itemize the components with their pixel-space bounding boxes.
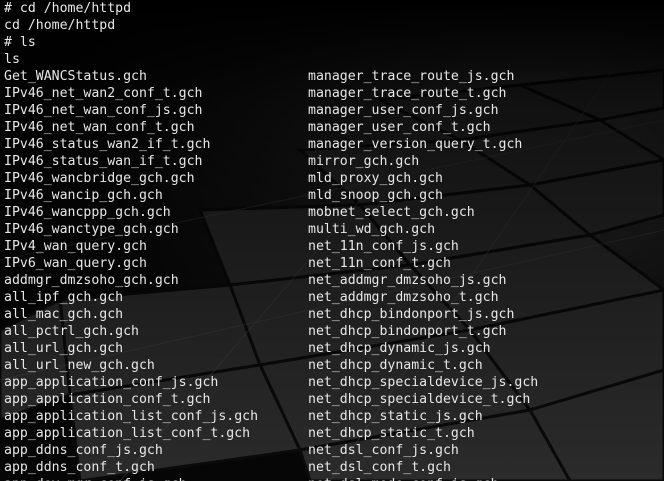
file-name: multi_wd_gch.gch xyxy=(308,222,436,237)
file-name: IPv46_net_wan_conf_t.gch xyxy=(4,120,195,135)
file-name: net_dsl_conf_t.gch xyxy=(308,460,451,475)
file-name: all_pctrl_gch.gch xyxy=(4,324,139,339)
file-name: IPv4_wan_query.gch xyxy=(4,239,147,254)
listing-row: IPv46_net_wan2_conf_t.gch manager_trace_r… xyxy=(4,85,664,102)
file-name: app_application_list_conf_js.gch xyxy=(4,409,259,424)
file-name: manager_user_conf_js.gch xyxy=(308,103,499,118)
file-name: manager_trace_route_t.gch xyxy=(308,86,507,101)
listing-row: IPv46_status_wan2_if_t.gch manager_versio… xyxy=(4,136,664,153)
file-name: net_dsl_mode_conf_js.gch xyxy=(308,476,499,481)
file-name: net_11n_conf_t.gch xyxy=(308,256,451,271)
file-name: app_application_conf_t.gch xyxy=(4,392,211,407)
file-name: app_application_list_conf_t.gch xyxy=(4,426,251,441)
file-name: app_dev_mgr_conf_js.gch xyxy=(4,476,187,481)
listing-row: addmgr_dmzsoho_gch.gch net_addmgr_dmzsoho… xyxy=(4,272,664,289)
file-name: net_addmgr_dmzsoho_js.gch xyxy=(308,273,507,288)
file-name: manager_user_conf_t.gch xyxy=(308,120,491,135)
listing-row: IPv46_wancppp_gch.gch mobnet_select_gch.g… xyxy=(4,204,664,221)
file-name: IPv46_wancppp_gch.gch xyxy=(4,205,171,220)
file-name: IPv46_status_wan2_if_t.gch xyxy=(4,137,211,152)
listing-row: IPv46_wancbridge_gch.gch mld_proxy_gch.gc… xyxy=(4,170,664,187)
file-name: mirror_gch.gch xyxy=(308,154,420,169)
listing-row: all_url_new_gch.gch net_dhcp_dynamic_t.gc… xyxy=(4,357,664,374)
file-name: IPv46_status_wan_if_t.gch xyxy=(4,154,203,169)
echoed-command-line: cd /home/httpd xyxy=(4,18,116,33)
file-name: IPv46_wancbridge_gch.gch xyxy=(4,171,195,186)
file-name: mld_snoop_gch.gch xyxy=(308,188,443,203)
listing-row: app_ddns_conf_js.gch net_dsl_conf_js.gch xyxy=(4,442,664,459)
listing-row: app_application_list_conf_js.gch net_dhcp… xyxy=(4,408,664,425)
file-name: manager_version_query_t.gch xyxy=(308,137,523,152)
file-name: net_addmgr_dmzsoho_t.gch xyxy=(308,290,499,305)
listing-row: IPv46_wancip_gch.gch mld_snoop_gch.gch xyxy=(4,187,664,204)
prompt-command-line: # cd /home/httpd xyxy=(4,1,132,16)
listing-row: app_dev_mgr_conf_js.gch net_dsl_mode_conf… xyxy=(4,476,664,481)
listing-row: app_application_list_conf_t.gch net_dhcp_… xyxy=(4,425,664,442)
listing-row: IPv46_status_wan_if_t.gch mirror_gch.gch xyxy=(4,153,664,170)
file-name: IPv46_net_wan_conf_js.gch xyxy=(4,103,203,118)
file-name: addmgr_dmzsoho_gch.gch xyxy=(4,273,179,288)
listing-row: IPv4_wan_query.gch net_11n_conf_js.gch xyxy=(4,238,664,255)
listing-row: IPv46_net_wan_conf_js.gch manager_user_co… xyxy=(4,102,664,119)
file-name: app_ddns_conf_t.gch xyxy=(4,460,155,475)
listing-row: all_ipf_gch.gch net_addmgr_dmzsoho_t.gch xyxy=(4,289,664,306)
file-name: all_url_new_gch.gch xyxy=(4,358,155,373)
listing-row: all_pctrl_gch.gch net_dhcp_bindonport_t.g… xyxy=(4,323,664,340)
file-name: IPv6_wan_query.gch xyxy=(4,256,147,271)
file-name: all_url_gch.gch xyxy=(4,341,124,356)
echoed-command-line: ls xyxy=(4,52,20,67)
listing-row: all_mac_gch.gch net_dhcp_bindonport_js.gc… xyxy=(4,306,664,323)
file-name: Get_WANCStatus.gch xyxy=(4,69,147,84)
listing-row: IPv46_net_wan_conf_t.gch manager_user_con… xyxy=(4,119,664,136)
file-name: app_application_conf_js.gch xyxy=(4,375,219,390)
file-name: net_dsl_conf_js.gch xyxy=(308,443,459,458)
file-name: IPv46_wanctype_gch.gch xyxy=(4,222,179,237)
file-name: mld_proxy_gch.gch xyxy=(308,171,443,186)
file-name: net_dhcp_static_t.gch xyxy=(308,426,475,441)
file-name: net_dhcp_bindonport_t.gch xyxy=(308,324,507,339)
file-name: app_ddns_conf_js.gch xyxy=(4,443,163,458)
listing-row: all_url_gch.gch net_dhcp_dynamic_js.gch xyxy=(4,340,664,357)
file-name: net_dhcp_dynamic_t.gch xyxy=(308,358,483,373)
file-name: net_dhcp_bindonport_js.gch xyxy=(308,307,515,322)
listing-row: IPv6_wan_query.gch net_11n_conf_t.gch xyxy=(4,255,664,272)
file-name: net_dhcp_specialdevice_js.gch xyxy=(308,375,539,390)
file-name: IPv46_wancip_gch.gch xyxy=(4,188,163,203)
terminal-window[interactable]: # cd /home/httpd cd /home/httpd # ls ls Get_… xyxy=(0,0,664,481)
file-name: net_dhcp_specialdevice_t.gch xyxy=(308,392,531,407)
file-name: IPv46_net_wan2_conf_t.gch xyxy=(4,86,203,101)
file-name: net_11n_conf_js.gch xyxy=(308,239,459,254)
file-name: manager_trace_route_js.gch xyxy=(308,69,515,84)
file-name: net_dhcp_dynamic_js.gch xyxy=(308,341,491,356)
prompt-command-line: # ls xyxy=(4,35,36,50)
listing-row: IPv46_wanctype_gch.gch multi_wd_gch.gch xyxy=(4,221,664,238)
file-name: net_dhcp_static_js.gch xyxy=(308,409,483,424)
listing-row: app_ddns_conf_t.gch net_dsl_conf_t.gch xyxy=(4,459,664,476)
file-name: mobnet_select_gch.gch xyxy=(308,205,475,220)
listing-row: app_application_conf_t.gch net_dhcp_speci… xyxy=(4,391,664,408)
terminal-output: # cd /home/httpd cd /home/httpd # ls ls Get_… xyxy=(4,0,664,481)
listing-row: Get_WANCStatus.gch manager_trace_route_js… xyxy=(4,68,664,85)
file-name: all_mac_gch.gch xyxy=(4,307,124,322)
listing-row: app_application_conf_js.gch net_dhcp_spec… xyxy=(4,374,664,391)
file-name: all_ipf_gch.gch xyxy=(4,290,124,305)
